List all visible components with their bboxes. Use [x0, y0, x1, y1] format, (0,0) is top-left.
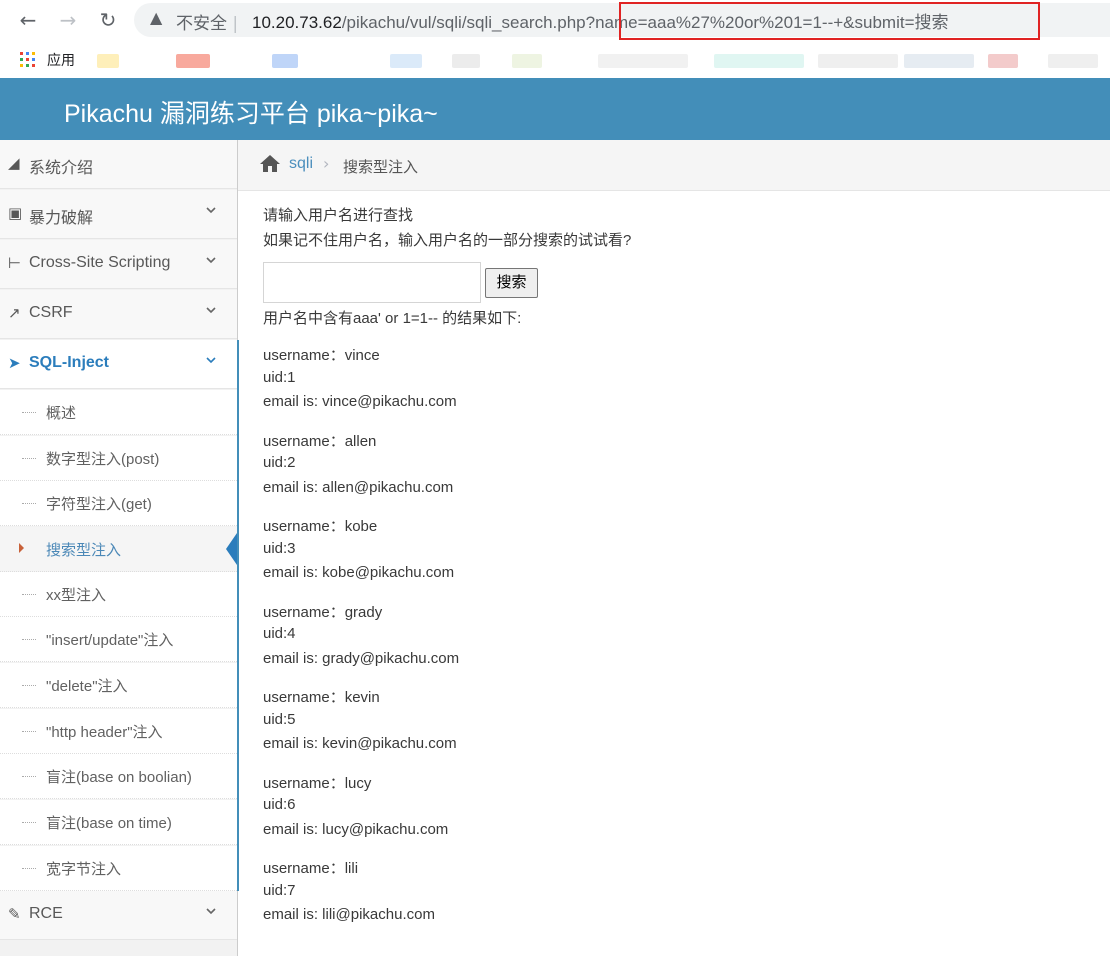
insecure-label[interactable]: 不安全 | — [176, 9, 238, 34]
sidebar-subitem[interactable]: 概述 — [0, 390, 237, 435]
result-username: username：lucy — [263, 775, 372, 792]
sidebar-subitem[interactable]: "insert/update"注入 — [0, 617, 237, 662]
bookmark-item[interactable] — [272, 54, 298, 68]
sidebar-item-intro[interactable]: ◢ 系统介绍 — [0, 140, 237, 189]
warning-icon[interactable]: ▲ — [150, 8, 162, 27]
bookmark-item[interactable] — [512, 54, 542, 68]
apps-grid-icon[interactable] — [20, 52, 35, 67]
apps-label[interactable]: 应用 — [47, 50, 75, 70]
breadcrumb-current: 搜索型注入 — [343, 158, 419, 176]
bookmark-item[interactable] — [988, 54, 1018, 68]
back-arrow-icon[interactable]: ← — [16, 8, 40, 32]
forward-arrow-icon[interactable]: → — [56, 8, 80, 32]
breadcrumb-link[interactable]: sqli — [289, 155, 313, 173]
result-email: email is: kobe@pikachu.com — [263, 564, 455, 581]
breadcrumb-separator-icon: › — [323, 154, 330, 173]
sidebar-subitem-current[interactable]: 搜索型注入 — [0, 527, 237, 572]
result-username: username：vince — [263, 347, 380, 364]
prompt-text: 请输入用户名进行查找 — [263, 207, 414, 224]
sidebar-subitem[interactable]: 盲注(base on time) — [0, 800, 237, 845]
result-heading: 用户名中含有aaa' or 1=1-- 的结果如下: — [263, 310, 522, 327]
active-pointer-icon — [226, 533, 237, 565]
sidebar-item-sqli[interactable]: ➤ SQL-Inject — [0, 340, 237, 389]
sidebar-subitem[interactable]: xx型注入 — [0, 572, 237, 617]
lock-icon: ▣ — [8, 204, 23, 222]
result-uid: uid:1 — [263, 369, 296, 386]
sidebar-subitem[interactable]: 数字型注入(post) — [0, 436, 237, 481]
sidebar-subitem[interactable]: 宽字节注入 — [0, 846, 237, 891]
result-email: email is: lili@pikachu.com — [263, 906, 435, 923]
result-email: email is: grady@pikachu.com — [263, 650, 460, 667]
result-username: username：grady — [263, 604, 383, 621]
prompt-hint: 如果记不住用户名，输入用户名的一部分搜索的试试看? — [263, 232, 632, 249]
sidebar-item-rce[interactable]: ✎ RCE — [0, 891, 237, 940]
result-username: username：allen — [263, 433, 377, 450]
sidebar-item-csrf[interactable]: ↗ CSRF — [0, 290, 237, 339]
tags-icon: ◢ — [8, 154, 20, 172]
bookmark-item[interactable] — [904, 54, 974, 68]
search-button[interactable]: 搜索 — [485, 268, 538, 298]
result-email: email is: lucy@pikachu.com — [263, 821, 449, 838]
active-section-edge — [237, 340, 239, 891]
pencil-icon: ✎ — [8, 905, 21, 923]
result-email: email is: vince@pikachu.com — [263, 393, 457, 410]
result-email: email is: allen@pikachu.com — [263, 479, 454, 496]
reload-icon[interactable]: ↻ — [96, 8, 120, 32]
result-uid: uid:5 — [263, 711, 296, 728]
result-email: email is: kevin@pikachu.com — [263, 735, 457, 752]
sidebar-item-bruteforce[interactable]: ▣ 暴力破解 — [0, 190, 237, 239]
chevron-down-icon — [206, 908, 216, 915]
plane-icon: ➤ — [8, 354, 21, 372]
sitemap-icon: ⊢ — [8, 254, 22, 272]
share-icon: ↗ — [8, 304, 21, 322]
caret-right-icon — [19, 543, 24, 553]
browser-toolbar: ← → ↻ ▲ 不安全 | 10.20.73.62/pikachu/vul/sq… — [0, 0, 1110, 40]
bookmark-item[interactable] — [818, 54, 898, 68]
bookmark-item[interactable] — [598, 54, 688, 68]
sidebar-subitem[interactable]: "http header"注入 — [0, 709, 237, 754]
chevron-down-icon — [206, 357, 216, 364]
chevron-down-icon — [206, 257, 216, 264]
result-uid: uid:6 — [263, 796, 296, 813]
sidebar-subitem[interactable]: 字符型注入(get) — [0, 481, 237, 526]
result-uid: uid:7 — [263, 882, 296, 899]
bookmark-item[interactable] — [714, 54, 804, 68]
highlight-box — [619, 2, 1040, 40]
sidebar-subitem[interactable]: 盲注(base on boolian) — [0, 754, 237, 799]
result-username: username：kevin — [263, 689, 380, 706]
result-uid: uid:3 — [263, 540, 296, 557]
bookmark-item[interactable] — [390, 54, 422, 68]
result-username: username：kobe — [263, 518, 378, 535]
app-title[interactable]: Pikachu 漏洞练习平台 pika~pika~ — [64, 94, 438, 130]
sidebar-item-xss[interactable]: ⊢ Cross-Site Scripting — [0, 240, 237, 289]
search-input[interactable] — [263, 262, 481, 303]
chevron-down-icon — [206, 307, 216, 314]
bookmark-item[interactable] — [97, 54, 119, 68]
result-uid: uid:2 — [263, 454, 296, 471]
bookmark-item[interactable] — [176, 54, 210, 68]
home-icon[interactable] — [259, 154, 281, 173]
bookmark-item[interactable] — [452, 54, 480, 68]
chevron-down-icon — [206, 207, 216, 214]
sidebar-subitem[interactable]: "delete"注入 — [0, 663, 237, 708]
bookmark-item[interactable] — [1048, 54, 1098, 68]
result-uid: uid:4 — [263, 625, 296, 642]
result-username: username：lili — [263, 860, 359, 877]
